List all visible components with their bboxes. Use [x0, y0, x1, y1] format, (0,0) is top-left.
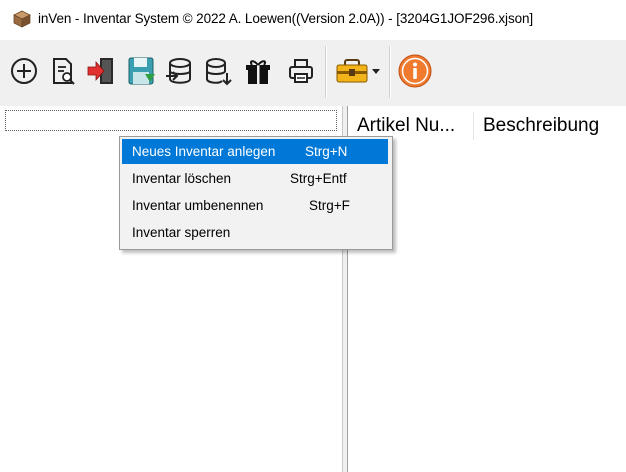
- menu-item-delete-inventory[interactable]: Inventar löschen Strg+Entf: [122, 166, 388, 191]
- menu-item-label: Inventar löschen: [132, 171, 232, 186]
- menu-item-shortcut: Strg+F: [309, 198, 350, 213]
- menu-item-label: Inventar umbenennen: [132, 198, 264, 213]
- database-export-icon: [203, 56, 233, 86]
- tree-edit-field[interactable]: [5, 110, 337, 131]
- database-import-button[interactable]: [162, 54, 196, 88]
- database-import-icon: [164, 56, 194, 86]
- toolbox-icon: [335, 56, 371, 86]
- gift-button[interactable]: [241, 54, 275, 88]
- database-export-button[interactable]: [201, 54, 235, 88]
- add-circle-icon: [9, 56, 39, 86]
- toolbar-separator: [389, 46, 391, 98]
- title-bar: inVen - Inventar System © 2022 A. Loewen…: [0, 0, 626, 40]
- gift-box-icon: [243, 56, 273, 86]
- column-header-description[interactable]: Beschreibung: [474, 112, 626, 140]
- exit-button[interactable]: [84, 54, 118, 88]
- app-box-icon: [13, 10, 31, 28]
- add-button[interactable]: [7, 54, 41, 88]
- toolbar-separator: [325, 46, 327, 98]
- info-button[interactable]: [398, 54, 432, 88]
- menu-item-new-inventory[interactable]: Neues Inventar anlegen Strg+N: [122, 139, 388, 164]
- search-document-icon: [48, 56, 78, 86]
- menu-item-shortcut: Strg+Entf: [290, 171, 347, 186]
- window-title: inVen - Inventar System © 2022 A. Loewen…: [38, 11, 534, 26]
- menu-item-shortcut: Strg+N: [305, 144, 348, 159]
- search-document-button[interactable]: [46, 54, 80, 88]
- save-button[interactable]: [124, 54, 158, 88]
- menu-item-label: Inventar sperren: [132, 225, 231, 240]
- print-button[interactable]: [284, 54, 318, 88]
- save-icon: [125, 55, 157, 87]
- tools-dropdown-button[interactable]: [332, 54, 384, 88]
- menu-item-lock-inventory[interactable]: Inventar sperren: [122, 220, 388, 245]
- info-icon: [398, 54, 432, 88]
- menu-item-rename-inventory[interactable]: Inventar umbenennen Strg+F: [122, 193, 388, 218]
- chevron-down-icon: [371, 66, 381, 76]
- exit-door-icon: [85, 55, 117, 87]
- toolbar: [0, 40, 626, 106]
- menu-item-label: Neues Inventar anlegen: [132, 144, 276, 159]
- context-menu: Neues Inventar anlegen Strg+N Inventar l…: [119, 136, 393, 250]
- printer-icon: [286, 56, 316, 86]
